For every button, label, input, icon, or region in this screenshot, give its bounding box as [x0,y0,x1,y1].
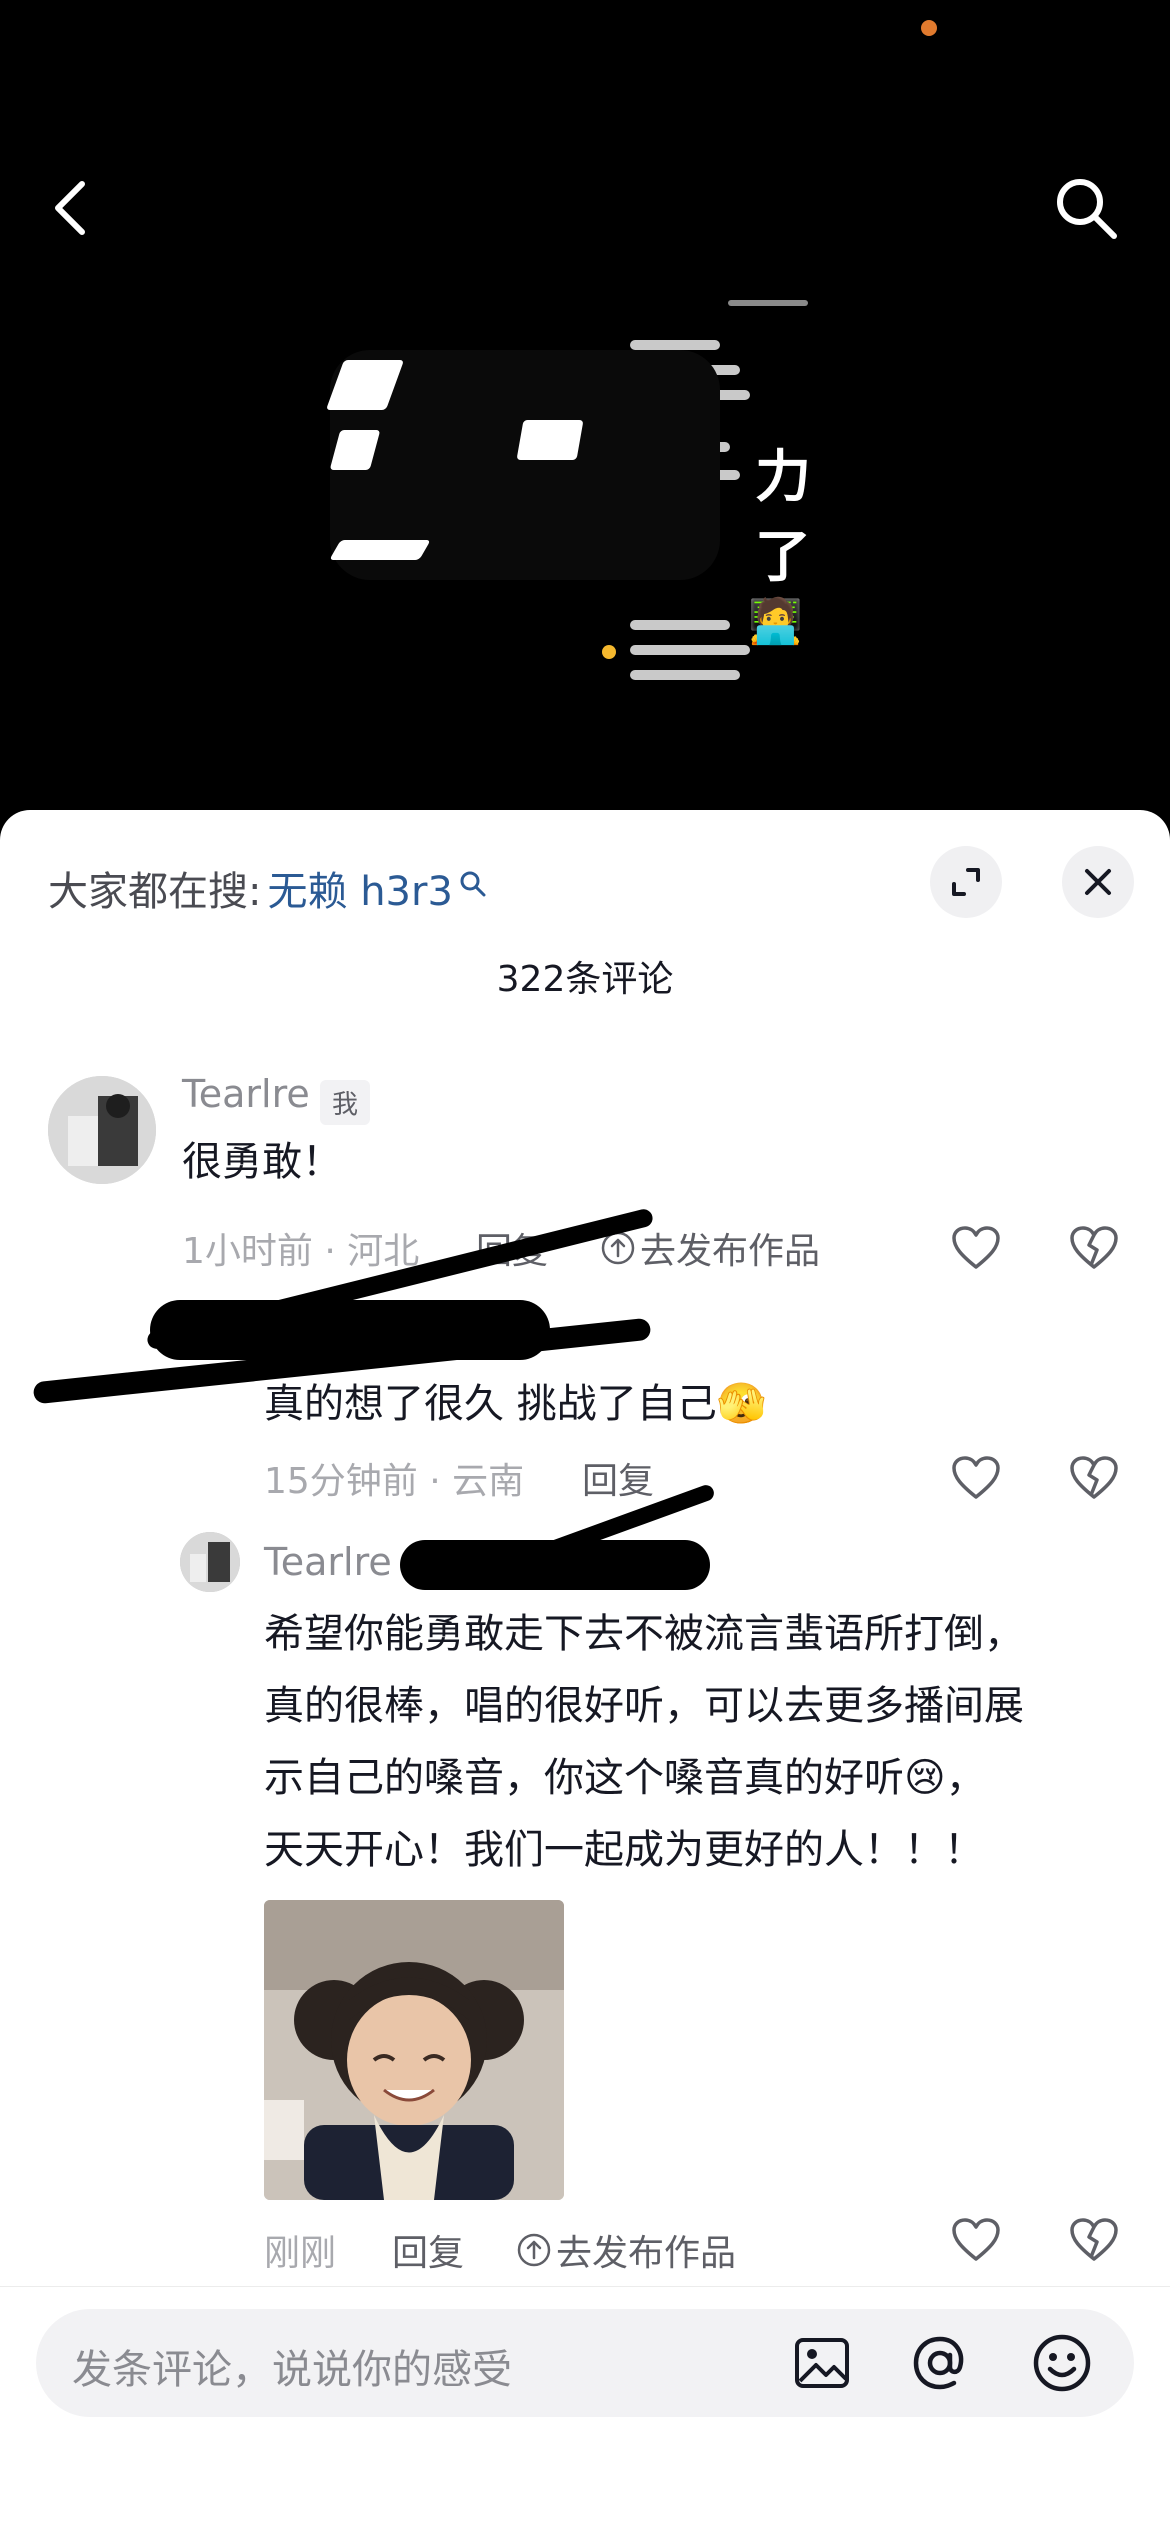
comment-input[interactable]: 发条评论，说说你的感受 [36,2309,1134,2417]
mention-button[interactable] [910,2333,970,2393]
reply-meta: 15分钟前 · 云南 [264,1461,525,1502]
dislike-button[interactable] [1066,2212,1122,2268]
expand-button[interactable] [930,846,1002,918]
expand-icon [952,868,980,896]
search-icon [1057,179,1117,239]
back-button[interactable] [30,168,110,248]
like-button[interactable] [948,1450,1004,1506]
broken-heart-icon [1070,1456,1118,1499]
trending-search-term[interactable]: 无赖 h3r3 [267,859,452,917]
comment-text-line: 示自己的嗓音，你这个嗓音真的好听😢， [264,1755,986,1801]
video-overlay-text-1: 力 [755,445,811,510]
comment-username[interactable]: Tearlre [264,1540,392,1584]
broken-heart-icon [1070,2218,1118,2261]
trending-search-label: 大家都在搜: [48,869,262,915]
comment-meta: 刚刚 [264,2233,337,2274]
person-emoji-icon: 🧑‍💻 [748,596,803,647]
status-dot [921,20,937,36]
publish-work-label: 去发布作品 [640,1231,821,1272]
upload-icon [517,2233,551,2267]
video-overlay-text-2: 了 [755,525,811,590]
emoji-icon [1033,2334,1091,2392]
image-button[interactable] [792,2333,852,2393]
comment-count: 322条评论 [496,959,674,1000]
publish-work-label: 去发布作品 [556,2233,737,2274]
reply-button[interactable]: 回复 [392,2224,464,2276]
trending-search[interactable]: 大家都在搜: 无赖 h3r3 [48,858,487,918]
publish-work-button[interactable]: 去发布作品 [516,2224,736,2276]
comment-input-placeholder: 发条评论，说说你的感受 [72,2347,512,2393]
heart-icon [952,1226,1000,1269]
close-icon [1085,869,1111,895]
comment-text-line: 天天开心！我们一起成为更好的人！！！ [264,1827,984,1873]
avatar[interactable] [48,1076,156,1184]
video-player[interactable]: 力 了 🧑‍💻 [0,0,1170,830]
comment-text-line: 希望你能勇敢走下去不被流言蜚语所打倒， [264,1611,1024,1657]
image-icon [795,2338,849,2388]
reply-button[interactable]: 回复 [582,1452,654,1504]
dislike-button[interactable] [1066,1220,1122,1276]
comment-text: 很勇敢！ [182,1139,342,1185]
like-button[interactable] [948,1220,1004,1276]
like-button[interactable] [948,2212,1004,2268]
at-icon [913,2336,964,2390]
video-search-button[interactable] [1046,168,1126,248]
heart-icon [952,2218,1000,2261]
me-badge: 我 [320,1080,371,1125]
broken-heart-icon [1070,1226,1118,1269]
chevron-left-icon [55,181,85,235]
redaction-mark [329,540,431,560]
comment-sticker-image[interactable] [264,1900,564,2200]
search-icon [459,870,487,906]
heart-icon [952,1456,1000,1499]
comment-text-line: 真的很棒，唱的很好听，可以去更多播间展 [264,1683,1024,1729]
reply-text: 真的想了很久 挑战了自己🫣 [264,1381,767,1427]
comment-meta: 1小时前 · 河北 [182,1231,420,1272]
comment-sheet: 大家都在搜: 无赖 h3r3 322条评论 Tearlre 我 很勇敢！ 1小时… [0,810,1170,2532]
avatar[interactable] [180,1532,240,1592]
close-button[interactable] [1062,846,1134,918]
dislike-button[interactable] [1066,1450,1122,1506]
comment-username[interactable]: Tearlre [182,1072,310,1116]
redaction-mark [516,420,584,460]
emoji-button[interactable] [1032,2333,1092,2393]
comment-input-bar: 发条评论，说说你的感受 [0,2286,1170,2532]
